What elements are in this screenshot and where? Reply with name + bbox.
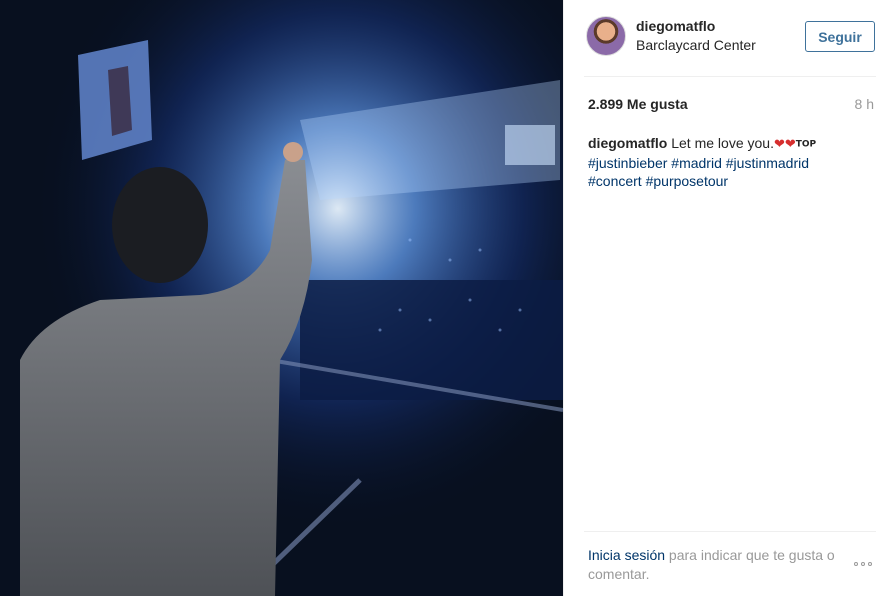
- hashtag-link[interactable]: #concert: [588, 173, 642, 189]
- post-time[interactable]: 8 h: [855, 96, 874, 112]
- caption-username[interactable]: diegomatflo: [588, 135, 667, 151]
- caption-text: Let me love you.: [671, 135, 774, 151]
- ellipsis-icon[interactable]: [849, 554, 877, 574]
- dot: [854, 562, 858, 566]
- avatar[interactable]: [586, 16, 626, 56]
- hashtag-link[interactable]: #justinmadrid: [726, 155, 809, 171]
- hashtag-list: #justinbieber #madrid #justinmadrid #con…: [588, 155, 809, 189]
- hashtag-link[interactable]: #justinbieber: [588, 155, 667, 171]
- heart-icon: ❤❤: [773, 137, 796, 152]
- post-header: diegomatflo Barclaycard Center Seguir: [564, 0, 895, 76]
- login-prompt: Inicia sesión para indicar que te gusta …: [588, 546, 848, 584]
- likes-count[interactable]: 2.899 Me gusta: [588, 96, 688, 112]
- dot: [861, 562, 865, 566]
- hashtag-link[interactable]: #madrid: [671, 155, 722, 171]
- follow-button[interactable]: Seguir: [805, 21, 875, 52]
- concert-photo: [0, 0, 563, 596]
- username-link[interactable]: diegomatflo: [636, 18, 715, 34]
- footer-divider: [584, 531, 876, 532]
- dot: [868, 562, 872, 566]
- hashtag-link[interactable]: #purposetour: [646, 173, 729, 189]
- login-link[interactable]: Inicia sesión: [588, 547, 665, 563]
- caption: diegomatflo Let me love you.❤❤TOP #justi…: [588, 134, 876, 190]
- post-side-panel: diegomatflo Barclaycard Center Seguir 2.…: [563, 0, 895, 596]
- top-icon: TOP: [795, 139, 817, 150]
- post-photo[interactable]: [0, 0, 563, 596]
- header-divider: [584, 76, 876, 77]
- location-link[interactable]: Barclaycard Center: [636, 37, 756, 53]
